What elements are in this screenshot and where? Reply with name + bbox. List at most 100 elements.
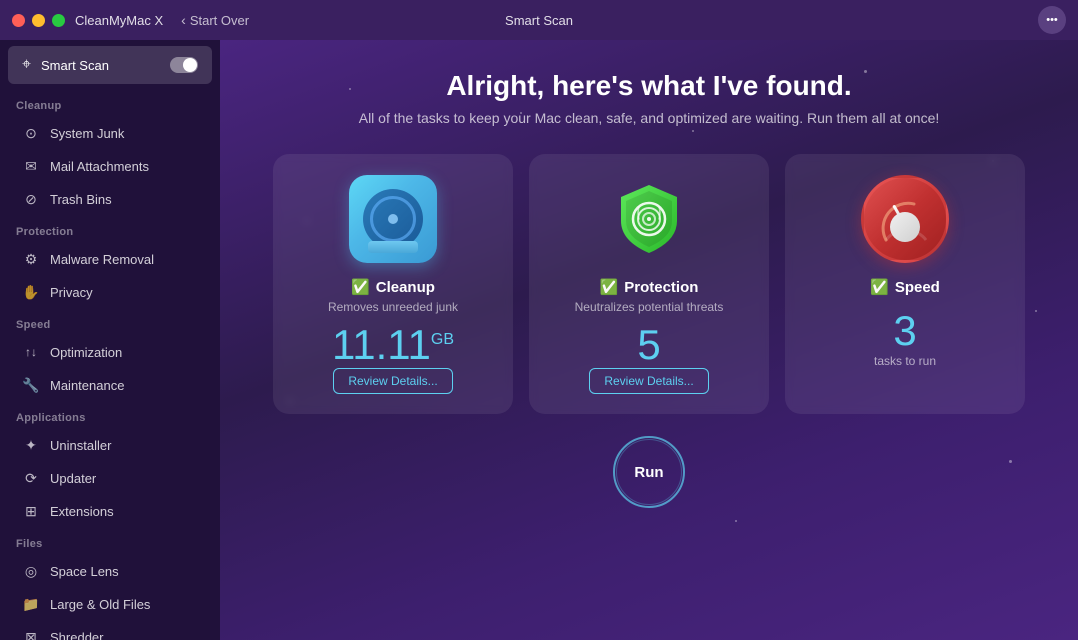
- minimize-button[interactable]: [32, 14, 45, 27]
- run-button[interactable]: Run: [613, 436, 685, 508]
- avatar[interactable]: •••: [1038, 6, 1066, 34]
- section-label-protection: Protection: [0, 216, 220, 242]
- large-old-files-label: Large & Old Files: [50, 597, 150, 612]
- start-over-label: Start Over: [190, 13, 249, 28]
- files-icon: 📁: [22, 595, 40, 613]
- space-lens-icon: ◎: [22, 562, 40, 580]
- smart-scan-icon: ⌖: [22, 56, 31, 74]
- shield-icon: [605, 175, 693, 263]
- close-button[interactable]: [12, 14, 25, 27]
- sidebar-item-privacy[interactable]: ✋ Privacy: [6, 276, 214, 308]
- titlebar: CleanMyMac X ‹ Start Over Smart Scan •••: [0, 0, 1078, 40]
- trash-bins-label: Trash Bins: [50, 192, 112, 207]
- sidebar-item-extensions[interactable]: ⊞ Extensions: [6, 495, 214, 527]
- system-junk-label: System Junk: [50, 126, 124, 141]
- sidebar-item-trash-bins[interactable]: ⊘ Trash Bins: [6, 183, 214, 215]
- updater-label: Updater: [50, 471, 96, 486]
- content-area: Alright, here's what I've found. All of …: [220, 40, 1078, 640]
- extensions-label: Extensions: [50, 504, 114, 519]
- system-junk-icon: ⊙: [22, 124, 40, 142]
- cards-row: ✅ Cleanup Removes unreeded junk 11.11GB …: [240, 154, 1058, 414]
- protection-description: Neutralizes potential threats: [575, 300, 724, 314]
- cleanup-value-unit: GB: [431, 331, 454, 348]
- sidebar-item-maintenance[interactable]: 🔧 Maintenance: [6, 369, 214, 401]
- maintenance-icon: 🔧: [22, 376, 40, 394]
- space-lens-label: Space Lens: [50, 564, 119, 579]
- sidebar-item-smart-scan[interactable]: ⌖ Smart Scan: [8, 46, 212, 84]
- cleanup-value: 11.11GB: [332, 324, 454, 366]
- cleanup-description: Removes unreeded junk: [328, 300, 458, 314]
- sidebar-item-large-old-files[interactable]: 📁 Large & Old Files: [6, 588, 214, 620]
- sidebar-item-optimization[interactable]: ↑↓ Optimization: [6, 336, 214, 368]
- protection-title: Protection: [624, 279, 698, 296]
- maintenance-label: Maintenance: [50, 378, 124, 393]
- extensions-icon: ⊞: [22, 502, 40, 520]
- speed-value-number: 3: [893, 307, 916, 354]
- protection-icon-wrap: [604, 174, 694, 264]
- speed-title-row: ✅ Speed: [870, 278, 940, 296]
- sidebar-item-shredder[interactable]: ⊠ Shredder: [6, 621, 214, 640]
- speed-card: ✅ Speed 3 tasks to run: [785, 154, 1025, 414]
- mail-icon: ✉: [22, 157, 40, 175]
- protection-title-row: ✅ Protection: [600, 278, 699, 296]
- window-title: Smart Scan: [505, 13, 573, 28]
- protection-value-number: 5: [637, 321, 660, 368]
- sidebar-item-space-lens[interactable]: ◎ Space Lens: [6, 555, 214, 587]
- uninstaller-icon: ✦: [22, 436, 40, 454]
- protection-card: ✅ Protection Neutralizes potential threa…: [529, 154, 769, 414]
- trash-icon: ⊘: [22, 190, 40, 208]
- start-over-button[interactable]: ‹ Start Over: [181, 12, 249, 28]
- sidebar-item-updater[interactable]: ⟳ Updater: [6, 462, 214, 494]
- page-subtitle: All of the tasks to keep your Mac clean,…: [359, 110, 940, 126]
- sidebar: ⌖ Smart Scan Cleanup ⊙ System Junk ✉ Mai…: [0, 40, 220, 640]
- maximize-button[interactable]: [52, 14, 65, 27]
- disk-base: [368, 241, 418, 253]
- protection-review-button[interactable]: Review Details...: [589, 368, 708, 394]
- sidebar-item-mail-attachments[interactable]: ✉ Mail Attachments: [6, 150, 214, 182]
- shredder-icon: ⊠: [22, 628, 40, 640]
- gauge-icon: [861, 175, 949, 263]
- run-button-wrap: Run: [613, 436, 685, 508]
- malware-icon: ⚙: [22, 250, 40, 268]
- disk-icon: [349, 175, 437, 263]
- back-icon: ‹: [181, 12, 186, 28]
- cleanup-value-number: 11.11: [332, 321, 431, 368]
- cleanup-icon-wrap: [348, 174, 438, 264]
- speed-title: Speed: [895, 279, 940, 296]
- uninstaller-label: Uninstaller: [50, 438, 111, 453]
- privacy-label: Privacy: [50, 285, 93, 300]
- smart-scan-toggle[interactable]: [170, 57, 198, 73]
- cleanup-card: ✅ Cleanup Removes unreeded junk 11.11GB …: [273, 154, 513, 414]
- speed-value-sub: tasks to run: [874, 354, 936, 368]
- protection-value: 5: [637, 324, 660, 366]
- privacy-icon: ✋: [22, 283, 40, 301]
- shredder-label: Shredder: [50, 630, 103, 640]
- avatar-label: •••: [1046, 14, 1058, 26]
- speed-check-icon: ✅: [870, 278, 889, 296]
- gauge-inner: [890, 212, 920, 242]
- section-label-applications: Applications: [0, 402, 220, 428]
- speed-value: 3: [893, 310, 916, 352]
- main-layout: ⌖ Smart Scan Cleanup ⊙ System Junk ✉ Mai…: [0, 40, 1078, 640]
- updater-icon: ⟳: [22, 469, 40, 487]
- optimization-icon: ↑↓: [22, 343, 40, 361]
- cleanup-title-row: ✅ Cleanup: [351, 278, 435, 296]
- mail-attachments-label: Mail Attachments: [50, 159, 149, 174]
- protection-check-icon: ✅: [600, 278, 619, 296]
- cleanup-review-button[interactable]: Review Details...: [333, 368, 452, 394]
- section-label-cleanup: Cleanup: [0, 90, 220, 116]
- speed-icon-wrap: [860, 174, 950, 264]
- sidebar-item-system-junk[interactable]: ⊙ System Junk: [6, 117, 214, 149]
- traffic-lights: [12, 14, 65, 27]
- optimization-label: Optimization: [50, 345, 122, 360]
- cleanup-check-icon: ✅: [351, 278, 370, 296]
- app-title: CleanMyMac X: [75, 13, 163, 28]
- sidebar-item-uninstaller[interactable]: ✦ Uninstaller: [6, 429, 214, 461]
- smart-scan-label: Smart Scan: [41, 58, 170, 73]
- disk-inner: [363, 189, 423, 249]
- cleanup-title: Cleanup: [376, 279, 435, 296]
- page-title: Alright, here's what I've found.: [446, 70, 851, 102]
- section-label-files: Files: [0, 528, 220, 554]
- sidebar-item-malware-removal[interactable]: ⚙ Malware Removal: [6, 243, 214, 275]
- section-label-speed: Speed: [0, 309, 220, 335]
